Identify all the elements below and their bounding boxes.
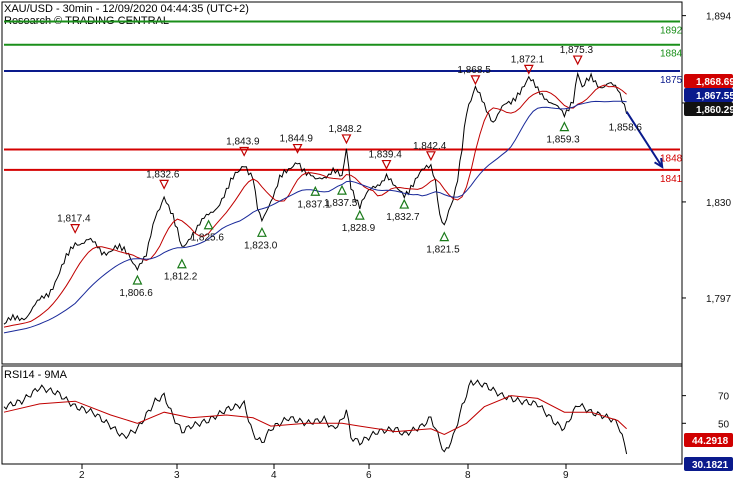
x-tick-label: 4 — [271, 470, 277, 480]
high-marker — [341, 134, 352, 145]
low-marker — [132, 274, 143, 285]
low-label: 1,858.6 — [609, 123, 643, 134]
high-label: 1,839.4 — [368, 150, 402, 161]
rsi-axis-labels: 70 50 44.2918 30.1821 — [682, 392, 733, 471]
high-marker — [425, 151, 436, 162]
low-marker — [256, 226, 267, 237]
low-marker — [176, 258, 187, 269]
y-tick-label: 1,797 — [706, 294, 731, 305]
chart-area: XAU/USD - 30min - 12/09/2020 04:44:35 (U… — [1, 1, 735, 480]
x-tick-label: 2 — [79, 470, 85, 480]
high-marker — [523, 64, 534, 75]
price-tags-layer: 1,868.69 1,867.55 1,860.29 — [684, 74, 735, 116]
high-label: 1,844.9 — [280, 134, 314, 145]
rsi-tag-label: 44.2918 — [692, 436, 729, 447]
high-marker — [470, 75, 481, 86]
low-label: 1,837.5 — [324, 198, 358, 209]
price-tag-label: 1,860.29 — [696, 105, 735, 116]
low-label: 1,821.5 — [426, 245, 460, 256]
y-tick-label: 1,894 — [706, 12, 731, 23]
price-tag-label: 1,868.69 — [696, 77, 735, 88]
low-marker — [439, 231, 450, 242]
low-marker — [354, 209, 365, 220]
low-label: 1,859.3 — [546, 135, 580, 146]
high-label: 1,848.2 — [328, 124, 362, 135]
high-label: 1,875.3 — [560, 45, 594, 56]
x-axis-labels: 2 3 4 6 8 9 — [79, 464, 569, 480]
high-marker — [70, 223, 81, 234]
projection-arrow — [625, 111, 664, 168]
low-label: 1,806.6 — [119, 288, 153, 299]
high-label: 1,872.1 — [511, 54, 545, 65]
price-tag-label: 1,867.55 — [696, 91, 735, 102]
low-label: 1,828.9 — [342, 223, 376, 234]
x-tick-label: 9 — [563, 470, 569, 480]
level-label-1884: 1884 — [660, 49, 683, 60]
markers-layer: 1,817.4 1,832.6 1,843.9 1,844.9 1,848.2 1,839… — [57, 45, 642, 299]
y-axis-labels: 1,7971,8301,8641,894 — [682, 12, 731, 305]
x-tick-label: 6 — [366, 470, 372, 480]
high-label: 1,842.4 — [413, 141, 447, 152]
rsi-tag-label: 30.1821 — [692, 460, 729, 471]
high-marker — [572, 55, 583, 66]
high-label: 1,832.6 — [146, 169, 180, 180]
low-label: 1,812.2 — [164, 272, 198, 283]
rsi-line — [3, 379, 628, 455]
x-tick-label: 8 — [465, 470, 471, 480]
y-tick-label: 1,830 — [706, 198, 731, 209]
level-label-1848: 1848 — [660, 154, 683, 165]
low-marker — [559, 121, 570, 132]
high-marker — [159, 179, 170, 190]
rsi-title: RSI14 - 9MA — [4, 369, 68, 381]
rsi-y-tick-label: 70 — [718, 392, 730, 403]
low-marker — [203, 219, 214, 230]
low-label: 1,832.7 — [386, 212, 420, 223]
level-label-1841: 1841 — [660, 174, 683, 185]
rsi-lines-layer — [3, 379, 628, 455]
high-label: 1,843.9 — [226, 136, 260, 147]
low-marker — [337, 184, 347, 195]
rsi-y-tick-label: 50 — [718, 419, 730, 430]
rsi-panel-frame — [1, 365, 683, 465]
chart-title: XAU/USD - 30min - 12/09/2020 04:44:35 (U… — [4, 3, 249, 15]
low-marker — [399, 198, 410, 209]
high-label: 1,817.4 — [57, 214, 91, 225]
level-label-1892: 1892 — [660, 25, 683, 36]
low-label: 1,825.6 — [191, 233, 225, 244]
low-label: 1,823.0 — [244, 240, 278, 251]
ma-slow-line — [3, 100, 627, 334]
high-marker — [381, 159, 392, 170]
high-label: 1,868.5 — [457, 65, 491, 76]
level-label-1875: 1875 — [660, 75, 683, 86]
x-tick-label: 3 — [174, 470, 180, 480]
